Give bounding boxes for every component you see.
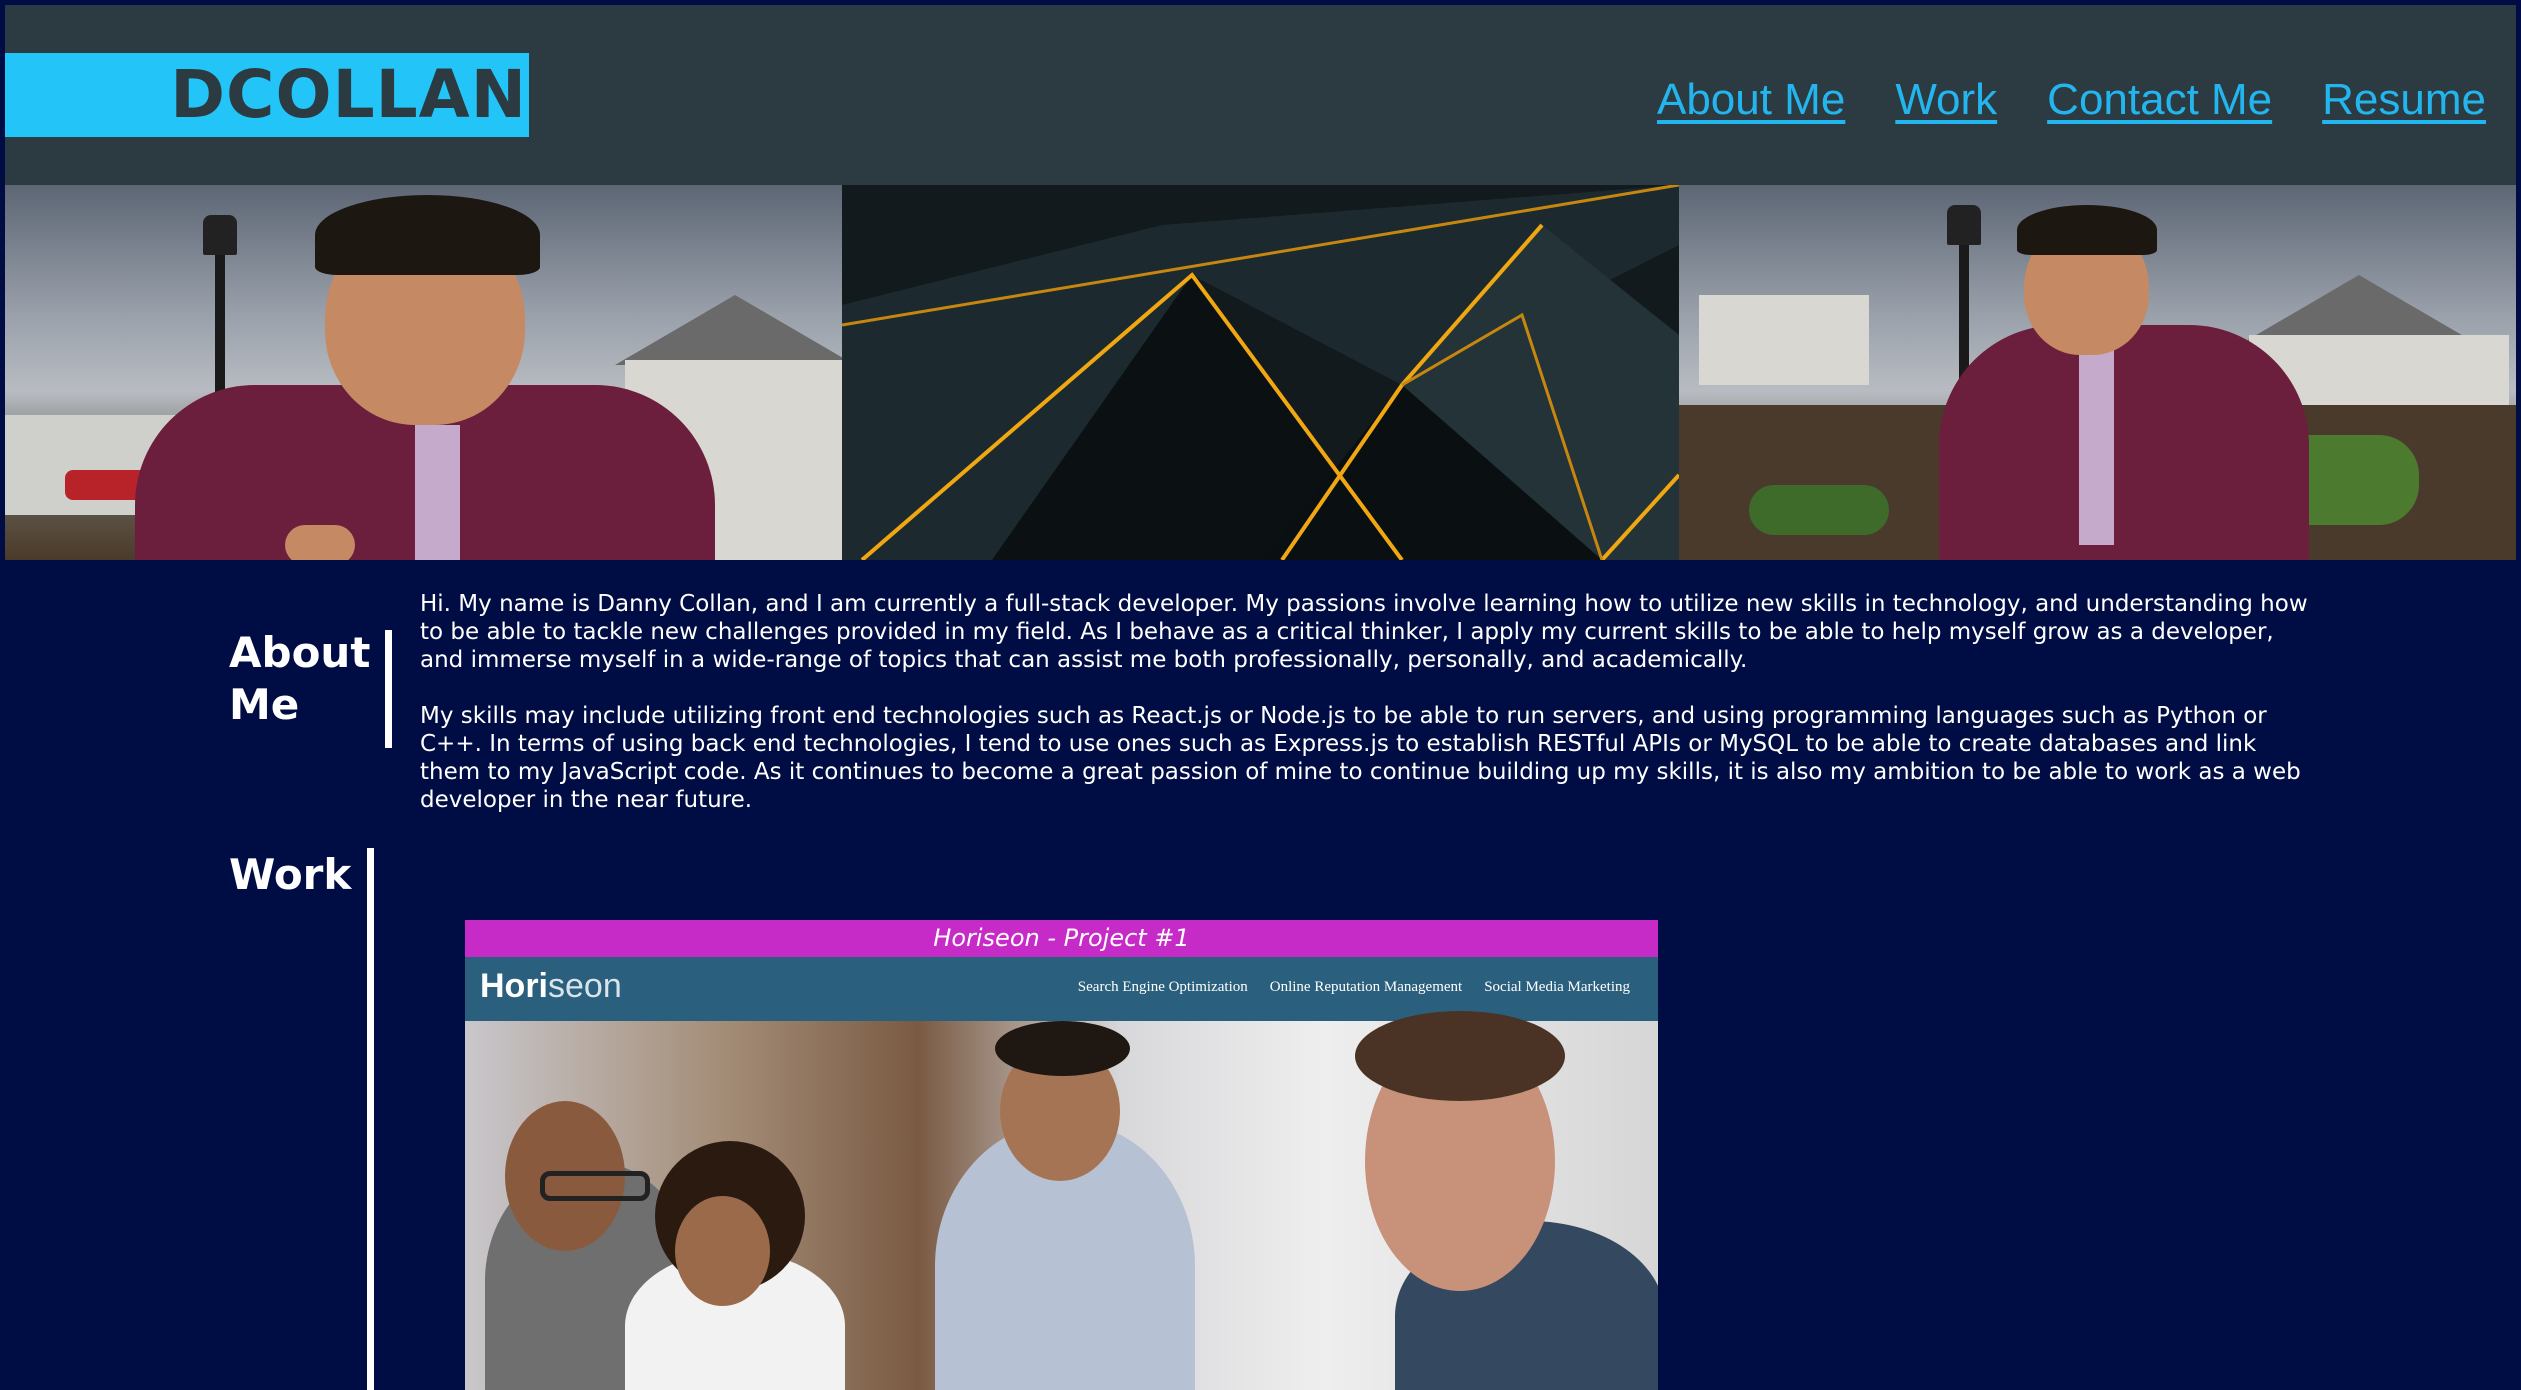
nav-link-about-me[interactable]: About Me bbox=[1657, 75, 1845, 125]
about-divider bbox=[385, 630, 392, 748]
project-screenshot-logo: Horiseon bbox=[480, 967, 622, 1006]
project-card-horiseon[interactable]: Horiseon - Project #1 Horiseon Search En… bbox=[465, 920, 1658, 1390]
site-logo[interactable]: DCOLLAN bbox=[5, 53, 529, 137]
about-paragraph-2: My skills may include utilizing front en… bbox=[420, 703, 2301, 813]
nav-link-work[interactable]: Work bbox=[1895, 75, 1997, 125]
project-nav-item: Social Media Marketing bbox=[1484, 979, 1630, 995]
project-nav-item: Online Reputation Management bbox=[1269, 979, 1463, 995]
project-logo-light: seon bbox=[548, 967, 622, 1005]
main-nav: About Me Work Contact Me Resume bbox=[1657, 75, 2486, 125]
about-me-heading: About Me bbox=[229, 628, 371, 729]
project-nav-item: Search Engine Optimization bbox=[1077, 979, 1248, 995]
project-caption: Horiseon - Project #1 bbox=[465, 920, 1658, 957]
project-screenshot-nav: Search Engine Optimization Online Reputa… bbox=[1078, 979, 1630, 996]
work-heading: Work bbox=[229, 850, 352, 899]
hero-banner bbox=[5, 185, 2516, 560]
profile-photo-right bbox=[1679, 185, 2516, 560]
profile-photo-left bbox=[5, 185, 842, 560]
nav-link-contact-me[interactable]: Contact Me bbox=[2047, 75, 2272, 125]
project-logo-bold: Hori bbox=[480, 967, 548, 1005]
work-divider bbox=[367, 848, 374, 1390]
page: DCOLLAN About Me Work Contact Me Resume bbox=[5, 5, 2516, 1390]
about-paragraph-1: Hi. My name is Danny Collan, and I am cu… bbox=[420, 591, 2308, 673]
site-header: DCOLLAN About Me Work Contact Me Resume bbox=[5, 5, 2516, 185]
abstract-banner-image bbox=[842, 185, 1679, 560]
about-me-text: Hi. My name is Danny Collan, and I am cu… bbox=[420, 590, 2310, 842]
project-screenshot-image bbox=[465, 1011, 1658, 1390]
nav-link-resume[interactable]: Resume bbox=[2322, 75, 2486, 125]
